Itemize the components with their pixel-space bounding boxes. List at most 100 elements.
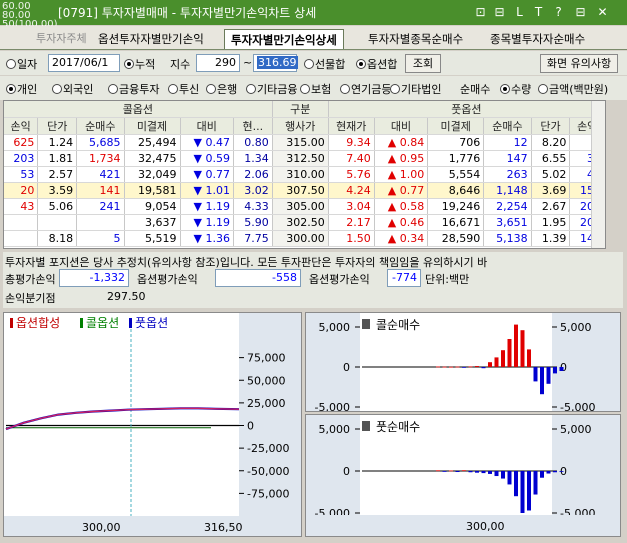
bar <box>475 471 479 473</box>
legend-label: 옵션합성 <box>16 316 60 330</box>
column-header: 순매수 <box>76 117 125 135</box>
table-cell: 5,138 <box>483 230 532 247</box>
link-icon[interactable]: L <box>512 5 527 20</box>
call-netbuy-chart: 콜순매수5,0005,00000-5,000-5,000 <box>306 313 620 414</box>
put-group-header: 풋옵션 <box>328 101 606 118</box>
radio-amount[interactable]: 금액(백만원) <box>538 81 608 97</box>
table-cell <box>76 214 125 231</box>
bar <box>475 366 479 367</box>
dock-icon[interactable]: ⊡ <box>473 5 488 20</box>
table-cell: 8.20 <box>531 134 571 151</box>
radio-foreign[interactable]: 외국인 <box>52 81 93 97</box>
column-header: 미결제 <box>427 117 485 135</box>
radio-quantity[interactable]: 수량 <box>500 81 531 97</box>
help-icon[interactable]: ? <box>551 5 566 20</box>
table-cell: 32,049 <box>124 166 181 183</box>
table-row[interactable]: 625 1.24 5,685 25,494 ▼ 0.47 0.80 315.00 9.34 ▲ … <box>4 134 605 151</box>
date-input[interactable]: 2017/06/1 <box>48 54 120 72</box>
minimize-icon[interactable]: ⊟ <box>573 5 588 20</box>
index-to-input[interactable]: 316.69 <box>253 54 298 72</box>
table-cell: ▼ 0.59 <box>180 150 234 167</box>
table-cell: 9.34 <box>328 134 375 151</box>
table-cell: 5.90 <box>233 214 273 231</box>
table-scrollbar[interactable] <box>591 101 605 248</box>
option-pl2-value: -774 <box>387 269 421 287</box>
tile-icon[interactable]: ⊟ <box>492 5 507 20</box>
bar <box>507 339 512 367</box>
tab-investor-item-netbuy[interactable]: 투자자별종목순매수 <box>362 29 469 49</box>
bar <box>442 366 447 368</box>
bar <box>468 366 473 368</box>
y-tick-label: -75,000 <box>247 487 289 500</box>
table-row[interactable]: 20 3.59 141 19,581 ▼ 1.01 3.02 307.50 4.24 ▲ 0.7… <box>4 182 605 199</box>
chart-title: 풋순매수 <box>376 420 420 434</box>
y-tick-label-left: 5,000 <box>319 321 351 334</box>
bar <box>449 470 453 472</box>
table-cell: 32,475 <box>124 150 181 167</box>
table-cell: 1.34 <box>233 150 273 167</box>
radio-financial-invest[interactable]: 금융투자 <box>108 81 159 97</box>
table-cell: 1.81 <box>37 150 78 167</box>
table-cell: 3,637 <box>124 214 181 231</box>
column-header: 미결제 <box>124 117 181 135</box>
radio-individual[interactable]: 개인 <box>6 81 37 97</box>
table-cell <box>4 230 39 247</box>
y-tick-label: -25,000 <box>247 442 289 455</box>
call-group-header: 콜옵션 <box>4 101 273 118</box>
table-cell: 3.69 <box>531 182 571 199</box>
radio-other-finance[interactable]: 기타금융 <box>246 81 297 97</box>
table-cell <box>4 214 39 231</box>
table-row[interactable]: 53 2.57 421 32,049 ▼ 0.77 2.06 310.00 5.76 ▲ 1.0… <box>4 166 605 183</box>
y-tick-label: 50,000 <box>247 374 286 387</box>
radio-insurance[interactable]: 보험 <box>300 81 331 97</box>
table-cell: 203 <box>4 150 39 167</box>
index-from-input[interactable]: 290 <box>196 54 240 72</box>
pl-chart-panel: 옵션합성 콜옵션 풋옵션 75,000 50,000 25,000 0 -25,000 -50,… <box>3 312 302 537</box>
radio-bank[interactable]: 은행 <box>206 81 237 97</box>
radio-cumulative[interactable]: 누적 <box>124 56 155 72</box>
table-cell: 8,646 <box>427 182 485 199</box>
bar <box>462 470 466 472</box>
table-row[interactable]: 203 1.81 1,734 32,475 ▼ 0.59 1.34 312.50 7.40 ▲ … <box>4 150 605 167</box>
close-icon[interactable]: ✕ <box>595 5 610 20</box>
tab-investor-expiry-detail[interactable]: 투자자별만기손익상세 <box>224 29 344 49</box>
table-cell: 2,254 <box>483 198 532 215</box>
table-cell: 1,776 <box>427 150 485 167</box>
pl-chart: 옵션합성 콜옵션 풋옵션 75,000 50,000 25,000 0 -25,000 -50,… <box>4 313 301 536</box>
radio-trust[interactable]: 투신 <box>168 81 199 97</box>
bar <box>533 367 538 382</box>
y-tick-label: 5,000 <box>560 423 592 436</box>
bar <box>468 471 473 473</box>
tab-option-investor-expiry[interactable]: 옵션투자자별만기손익 <box>92 29 210 49</box>
query-controls: 일자 2017/06/1 누적 지수 290 ~ 316.69 선물합 옵션합 … <box>0 51 627 75</box>
table-row[interactable]: 8.18 5 5,519 ▼ 1.36 7.75 300.00 1.50 ▲ 0.34 28,5… <box>4 230 605 247</box>
text-icon[interactable]: T <box>531 5 546 20</box>
column-header: 순매수 <box>483 117 532 135</box>
x-tick-label: 316,50 <box>204 521 243 534</box>
tab-item-investor-netbuy[interactable]: 종목별투자자순매수 <box>484 29 591 49</box>
window-title: [0791] 투자자별매매 - 투자자별만기손익차트 상세 <box>58 4 316 21</box>
y-tick-label: 0 <box>247 420 254 433</box>
bar <box>488 362 492 367</box>
chart-title: 콜순매수 <box>376 318 420 332</box>
radio-other-corp[interactable]: 기타법인 <box>390 81 441 97</box>
table-cell: 421 <box>76 166 125 183</box>
query-button[interactable]: 조회 <box>405 54 441 73</box>
radio-daily[interactable]: 일자 <box>6 56 37 72</box>
table-cell: 5 <box>76 230 125 247</box>
table-row[interactable]: 3,637 ▼ 1.19 5.90 302.50 2.17 ▲ 0.46 16,671 3,6… <box>4 214 605 231</box>
screen-notice-button[interactable]: 화면 유의사항 <box>540 54 618 73</box>
radio-pension[interactable]: 연기금등 <box>340 81 391 97</box>
bar <box>553 471 557 473</box>
title-bar: 60.00 80.00 50(100.00) [0791] 투자자별매매 - 투… <box>0 0 627 30</box>
radio-futures-sum[interactable]: 선물합 <box>304 56 345 72</box>
table-cell: 3,651 <box>483 214 532 231</box>
table-cell: ▲ 0.58 <box>374 198 429 215</box>
bar <box>507 471 512 485</box>
radio-option-sum[interactable]: 옵션합 <box>356 56 397 72</box>
table-cell: 7.40 <box>328 150 375 167</box>
table-row[interactable]: 43 5.06 241 9,054 ▼ 1.19 4.33 305.00 3.04 ▲ 0.58… <box>4 198 605 215</box>
net-buy-label: 순매수 <box>460 83 491 96</box>
y-tick-label-left: 5,000 <box>319 423 351 436</box>
column-header: 현... <box>233 117 273 135</box>
